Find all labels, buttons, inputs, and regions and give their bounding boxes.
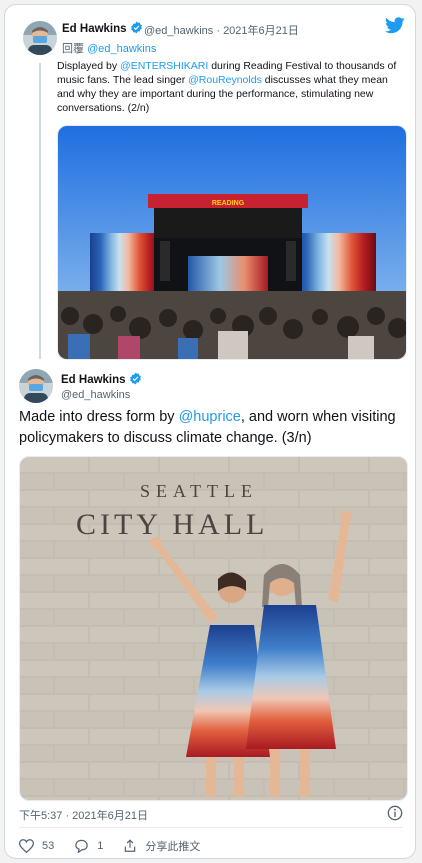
avatar[interactable]: [19, 369, 53, 403]
share-label: 分享此推文: [145, 841, 201, 853]
reply-context: 回覆 @ed_hawkins: [62, 40, 156, 56]
author-handle[interactable]: @ed_hawkins: [61, 389, 130, 401]
tweet-actions-bar: 53 1 分享此推文: [19, 836, 220, 856]
tweet1-text: Displayed by @ENTERSHIKARI during Readin…: [57, 60, 397, 114]
mention-entershikari[interactable]: @ENTERSHIKARI: [120, 60, 208, 72]
verified-badge-icon: [129, 372, 141, 385]
reply-count: 1: [97, 840, 104, 852]
divider: [19, 827, 403, 828]
author-handle[interactable]: @ed_hawkins: [144, 25, 213, 37]
thread-connector-line: [39, 63, 41, 359]
meta-separator: ·: [216, 25, 220, 37]
stage-banner-text: READING: [212, 200, 245, 207]
reply-prefix: 回覆: [62, 43, 84, 55]
mention-huprice[interactable]: @huprice: [179, 409, 241, 425]
like-button[interactable]: 53: [19, 839, 54, 853]
reply-icon: [75, 839, 89, 853]
verified-badge-icon: [130, 21, 142, 34]
like-count: 53: [42, 840, 55, 852]
reply-to-handle[interactable]: @ed_hawkins: [87, 43, 156, 55]
sign-line-seattle: SEATTLE: [140, 481, 258, 501]
sign-line-city-hall: CITY HALL: [76, 508, 268, 541]
share-button[interactable]: 分享此推文: [123, 838, 200, 854]
heart-icon: [19, 839, 34, 853]
avatar[interactable]: [23, 21, 57, 55]
tweet-date[interactable]: 2021年6月21日: [223, 25, 299, 37]
festival-stage-photo[interactable]: READING: [57, 125, 407, 360]
tweet-timestamp[interactable]: 下午5:37 · 2021年6月21日: [19, 807, 148, 823]
tweet2-text: Made into dress form by @huprice, and wo…: [19, 409, 396, 446]
share-icon: [125, 839, 136, 852]
info-icon[interactable]: [387, 805, 403, 821]
twitter-bird-icon[interactable]: [385, 17, 405, 34]
mention-roureynolds[interactable]: @RouReynolds: [188, 74, 262, 86]
tweet-card: Ed Hawkins @ed_hawkins · 2021年6月21日 回覆 @…: [4, 4, 416, 859]
author-handle-and-date: @ed_hawkins · 2021年6月21日: [144, 22, 299, 38]
author-name[interactable]: Ed Hawkins: [62, 21, 143, 35]
reply-button[interactable]: 1: [74, 839, 103, 853]
author-name[interactable]: Ed Hawkins: [61, 372, 142, 386]
city-hall-photo[interactable]: SEATTLE CITY HALL: [19, 456, 408, 801]
